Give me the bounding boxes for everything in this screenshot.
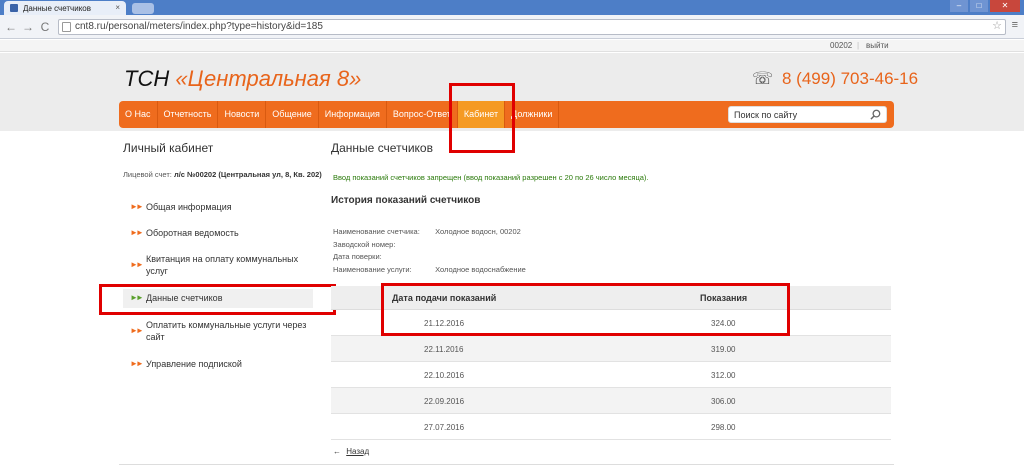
nav-item-about[interactable]: О Нас bbox=[119, 101, 158, 128]
info-value: Холодное водоснабжение bbox=[435, 264, 526, 274]
highlight-box-cabinet bbox=[449, 83, 515, 153]
info-label: Дата поверки: bbox=[333, 252, 382, 261]
cell-date: 22.09.2016 bbox=[424, 397, 465, 406]
minimize-button[interactable]: – bbox=[950, 0, 968, 12]
cell-value: 306.00 bbox=[711, 397, 736, 406]
sidebar-item-label: Оплатить коммунальные услуги через сайт bbox=[146, 320, 307, 342]
double-arrow-icon: ►► bbox=[130, 326, 144, 335]
url-text: cnt8.ru/personal/meters/index.php?type=h… bbox=[75, 21, 323, 32]
table-row: 22.11.2016 319.00 bbox=[331, 336, 891, 362]
cell-date: 22.10.2016 bbox=[424, 371, 465, 380]
bookmark-star-icon[interactable]: ☆ bbox=[992, 19, 1002, 32]
sidebar-title: Личный кабинет bbox=[123, 141, 214, 155]
account-number[interactable]: 00202 bbox=[830, 41, 852, 50]
sidebar-item-pay-online[interactable]: ►► Оплатить коммунальные услуги через са… bbox=[123, 319, 313, 343]
account-value: л/с №00202 (Центральная ул, 8, Кв. 202) bbox=[173, 170, 322, 179]
double-arrow-icon: ►► bbox=[130, 228, 144, 237]
search-placeholder: Поиск по сайту bbox=[734, 110, 798, 120]
input-disabled-notice: Ввод показаний счетчиков запрещен (ввод … bbox=[333, 173, 649, 182]
double-arrow-icon: ►► bbox=[130, 202, 144, 211]
info-label: Заводской номер: bbox=[333, 239, 396, 249]
table-row: 22.09.2016 306.00 bbox=[331, 388, 891, 414]
search-icon[interactable] bbox=[870, 109, 881, 120]
page-title: Данные счетчиков bbox=[331, 141, 433, 155]
site-topbar: 00202 | выйти bbox=[0, 40, 1024, 52]
sidebar-item-turnover[interactable]: ►► Оборотная ведомость bbox=[123, 227, 313, 239]
info-row: Наименование счетчика: Холодное водосн, … bbox=[333, 227, 526, 240]
logout-link[interactable]: выйти bbox=[866, 41, 889, 50]
back-arrow-icon: ← bbox=[333, 447, 341, 456]
account-label: Лицевой счет: bbox=[123, 170, 172, 179]
cell-value: 298.00 bbox=[711, 423, 736, 432]
account-info: Лицевой счет: л/с №00202 (Центральная ул… bbox=[123, 170, 323, 180]
info-value: Холодное водосн, 00202 bbox=[435, 227, 521, 236]
sidebar-item-label: Оборотная ведомость bbox=[146, 228, 239, 238]
window-controls: – □ ✕ bbox=[950, 0, 1020, 12]
cell-value: 319.00 bbox=[711, 345, 736, 354]
new-tab-button[interactable] bbox=[132, 3, 154, 14]
reload-icon[interactable]: C bbox=[38, 20, 52, 34]
topbar-separator: | bbox=[857, 41, 860, 50]
address-bar[interactable]: cnt8.ru/personal/meters/index.php?type=h… bbox=[58, 19, 1006, 35]
footer-divider bbox=[119, 464, 894, 465]
table-row: 22.10.2016 312.00 bbox=[331, 362, 891, 388]
info-label: Наименование услуги: bbox=[333, 264, 412, 274]
back-link[interactable]: ← Назад bbox=[333, 447, 369, 456]
sidebar-item-label: Управление подпиской bbox=[146, 359, 242, 369]
favicon-icon bbox=[10, 4, 18, 12]
sidebar-item-general-info[interactable]: ►► Общая информация bbox=[123, 201, 313, 213]
page-icon bbox=[62, 22, 71, 32]
meter-info: Наименование счетчика: Холодное водосн, … bbox=[333, 227, 526, 277]
nav-item-faq[interactable]: Вопрос-Ответ bbox=[387, 101, 458, 128]
close-window-button[interactable]: ✕ bbox=[990, 0, 1020, 12]
phone-number: ☏ 8 (499) 703-46-16 bbox=[752, 69, 918, 89]
nav-item-reports[interactable]: Отчетность bbox=[158, 101, 219, 128]
info-row: Заводской номер: bbox=[333, 240, 526, 253]
back-link-label: Назад bbox=[346, 447, 370, 456]
browser-tab[interactable]: Данные счетчиков × bbox=[4, 1, 126, 15]
phone-icon: ☏ bbox=[752, 69, 774, 88]
browser-toolbar: ← → C cnt8.ru/personal/meters/index.php?… bbox=[0, 15, 1024, 39]
sidebar-item-invoice[interactable]: ►► Квитанция на оплату коммунальных услу… bbox=[123, 253, 313, 277]
info-row: Дата поверки: bbox=[333, 252, 526, 265]
info-label: Наименование счетчика: bbox=[333, 227, 420, 236]
nav-item-info[interactable]: Информация bbox=[319, 101, 387, 128]
browser-tabstrip: Данные счетчиков × – □ ✕ bbox=[0, 0, 1024, 15]
phone-text: 8 (499) 703-46-16 bbox=[782, 69, 919, 88]
sidebar-item-subscription[interactable]: ►► Управление подпиской bbox=[123, 358, 313, 370]
info-row: Наименование услуги: Холодное водоснабже… bbox=[333, 265, 526, 278]
sidebar-item-label: Квитанция на оплату коммунальных услуг bbox=[146, 254, 299, 276]
double-arrow-icon: ►► bbox=[130, 260, 144, 269]
nav-item-forum[interactable]: Общение bbox=[266, 101, 319, 128]
logo-prefix: ТСН bbox=[124, 66, 170, 91]
back-icon[interactable]: ← bbox=[4, 20, 18, 34]
cell-date: 27.07.2016 bbox=[424, 423, 465, 432]
maximize-button[interactable]: □ bbox=[970, 0, 988, 12]
nav-item-news[interactable]: Новости bbox=[218, 101, 267, 128]
site-search-input[interactable]: Поиск по сайту bbox=[728, 106, 887, 123]
highlight-box-meter-data bbox=[99, 284, 336, 315]
tab-close-icon[interactable]: × bbox=[115, 3, 120, 12]
sidebar-item-label: Общая информация bbox=[146, 202, 232, 212]
site-logo[interactable]: ТСН «Центральная 8» bbox=[124, 66, 361, 92]
cell-date: 22.11.2016 bbox=[424, 345, 464, 354]
cell-value: 312.00 bbox=[711, 371, 736, 380]
forward-icon[interactable]: → bbox=[21, 20, 35, 34]
menu-icon[interactable]: ≡ bbox=[1012, 19, 1018, 31]
double-arrow-icon: ►► bbox=[130, 359, 144, 368]
history-subtitle: История показаний счетчиков bbox=[331, 195, 481, 206]
table-row: 27.07.2016 298.00 bbox=[331, 414, 891, 440]
logo-name: «Центральная 8» bbox=[175, 66, 362, 91]
highlight-box-table-header bbox=[381, 283, 790, 336]
tab-title: Данные счетчиков bbox=[23, 3, 91, 13]
